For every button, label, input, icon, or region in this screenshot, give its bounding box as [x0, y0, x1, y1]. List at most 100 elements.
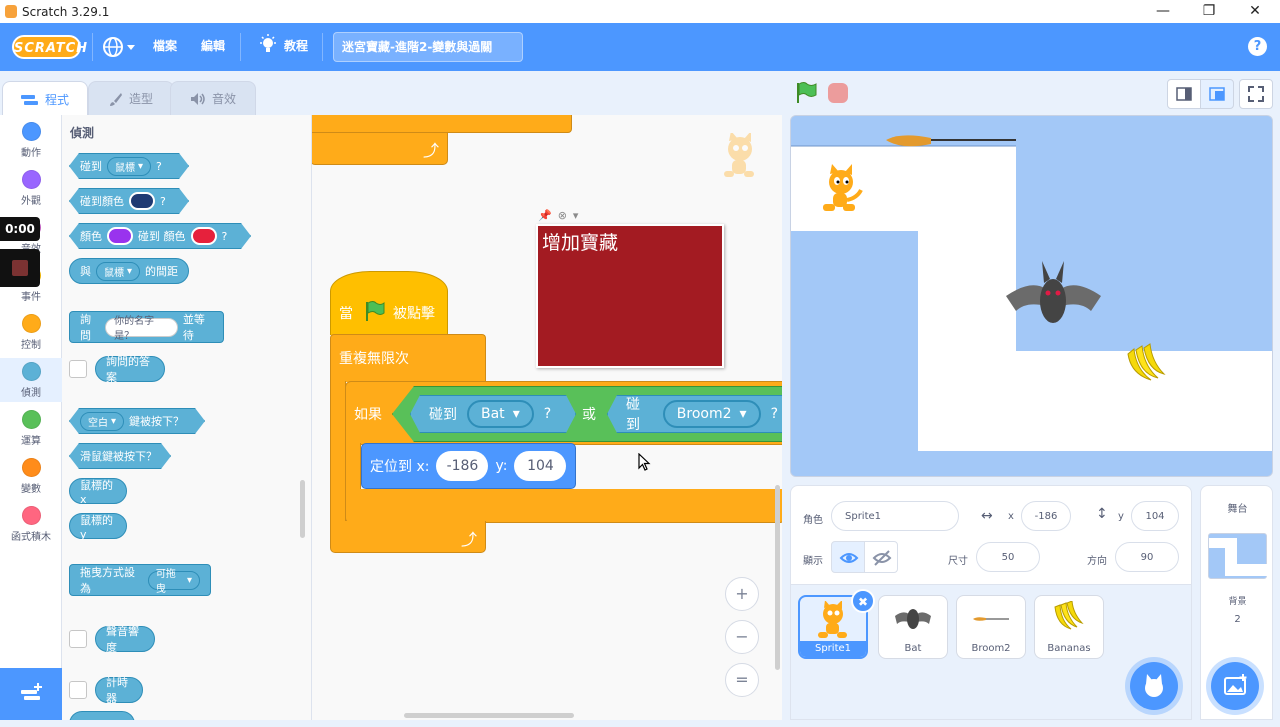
dropdown-mouse[interactable]: 鼠標 ▾ [96, 261, 141, 281]
monitor-checkbox[interactable] [69, 360, 87, 378]
choose-sprite-button[interactable] [1130, 662, 1178, 710]
show-visible-button[interactable] [831, 541, 865, 573]
comment-text[interactable]: 增加寶藏 [536, 224, 724, 368]
scratch-logo[interactable]: SCRATCH [12, 35, 87, 59]
zoom-out-button[interactable]: − [725, 620, 759, 654]
dropdown-key[interactable]: 空白 ▾ [80, 412, 124, 431]
sprite-y-input[interactable]: 104 [1131, 501, 1179, 531]
block-partial-top[interactable] [312, 115, 572, 133]
sprite-tile-broom2[interactable]: Broom2 [956, 595, 1026, 659]
delete-comment-icon[interactable]: ⊗ [558, 209, 567, 222]
block-mouse-y[interactable]: 鼠標的 y [69, 513, 127, 541]
project-title-input[interactable]: 迷宮寶藏-進階2-變數與過關 [333, 32, 523, 62]
palette-scrollbar[interactable] [300, 480, 305, 538]
block-answer[interactable]: 詢問的答案 [95, 355, 165, 384]
x-input[interactable]: -186 [436, 451, 489, 481]
sprite-x-input[interactable]: -186 [1021, 501, 1071, 531]
block-text: 碰到 [626, 397, 640, 433]
workspace-vertical-scrollbar[interactable] [775, 485, 780, 670]
delete-sprite-button[interactable]: ✖ [851, 589, 875, 613]
small-stage-button[interactable] [1167, 79, 1201, 109]
window-title: Scratch 3.29.1 [22, 4, 110, 19]
category-control[interactable]: 控制 [0, 314, 62, 351]
zoom-in-button[interactable]: + [725, 577, 759, 611]
tab-sounds[interactable]: 音效 [170, 81, 256, 115]
ask-text-input[interactable]: 你的名字是？ [105, 316, 178, 342]
restore-button[interactable]: ❐ [1186, 0, 1232, 23]
code-workspace[interactable]: ⤴ 當 被點擊 重複無限次 如果 ⤴ 碰到 Bat ▾ ? 或 碰到 Broom2… [312, 115, 782, 720]
category-my-blocks[interactable]: 函式積木 [0, 506, 62, 543]
dropdown-touching-target[interactable]: Bat ▾ [467, 400, 534, 428]
block-color-touching-color[interactable]: 顏色 碰到 顏色 ? [69, 223, 251, 249]
file-menu[interactable]: 檔案 [153, 37, 177, 54]
block-timer[interactable]: 計時器 [95, 676, 143, 705]
block-loudness[interactable]: 聲音響度 [95, 625, 155, 654]
block-go-to-xy[interactable]: 定位到 x: -186 y: 104 [361, 443, 576, 489]
sprite-tile-bat[interactable]: Bat [878, 595, 948, 659]
stop-button[interactable] [828, 83, 848, 103]
block-key-pressed[interactable]: 空白 ▾ 鍵被按下？ [69, 408, 205, 434]
category-motion[interactable]: 動作 [0, 122, 62, 159]
sprite-direction-input[interactable]: 90 [1115, 542, 1179, 572]
block-set-drag-mode[interactable]: 拖曳方式設為 可拖曳 ▾ [69, 564, 211, 596]
block-partial[interactable] [69, 711, 135, 720]
edit-menu[interactable]: 編輯 [201, 37, 225, 54]
block-when-flag-clicked[interactable]: 當 被點擊 [330, 271, 448, 335]
category-sensing[interactable]: 偵測 [0, 358, 62, 402]
pin-icon[interactable]: 📌 [538, 209, 552, 222]
color-swatch[interactable] [129, 192, 155, 210]
comment-note[interactable]: 📌 ⊗ ▾ 增加寶藏 [536, 208, 724, 368]
tab-costumes[interactable]: 造型 [88, 81, 174, 115]
monitor-checkbox[interactable] [69, 681, 87, 699]
dropdown-touching-target[interactable]: Broom2 ▾ [663, 400, 761, 428]
dropdown-arrow-icon: ▾ [126, 265, 133, 277]
color-swatch[interactable] [107, 227, 133, 245]
category-looks[interactable]: 外觀 [0, 170, 62, 207]
choose-backdrop-button[interactable] [1211, 662, 1259, 710]
stage-canvas[interactable] [790, 115, 1273, 477]
block-touching-color[interactable]: 碰到顏色 ? [69, 188, 189, 214]
monitor-checkbox[interactable] [69, 630, 87, 648]
large-stage-button[interactable] [1200, 79, 1234, 109]
add-extension-button[interactable] [0, 668, 62, 720]
fullscreen-button[interactable] [1239, 79, 1273, 109]
block-ask-and-wait[interactable]: 詢問 你的名字是？ 並等待 [69, 311, 224, 343]
tab-costumes-label: 造型 [128, 92, 153, 106]
block-loop-end[interactable]: ⤴ [312, 133, 448, 165]
dropdown-arrow-icon: ▾ [512, 406, 520, 422]
show-hidden-button[interactable] [864, 541, 898, 573]
workspace-horizontal-scrollbar[interactable] [404, 713, 574, 718]
zoom-in-icon: + [735, 584, 749, 603]
category-operators[interactable]: 運算 [0, 410, 62, 447]
comment-header: 📌 ⊗ ▾ [536, 208, 724, 222]
block-forever[interactable]: 重複無限次 [330, 334, 486, 382]
dropdown-drag-mode[interactable]: 可拖曳 ▾ [147, 569, 200, 595]
dropdown-mouse[interactable]: 鼠標 ▾ [107, 157, 151, 176]
block-mouse-x[interactable]: 鼠標的 x [69, 478, 127, 506]
block-touching[interactable]: 碰到 鼠標 ▾ ? [69, 153, 189, 179]
color-swatch[interactable] [191, 227, 217, 245]
block-text: ? [160, 194, 166, 208]
language-menu[interactable] [102, 35, 138, 59]
tab-code[interactable]: 程式 [2, 81, 88, 117]
zoom-reset-button[interactable]: = [725, 663, 759, 697]
block-text: 鍵被按下？ [129, 415, 185, 428]
close-button[interactable]: ✕ [1232, 0, 1278, 23]
category-variables[interactable]: 變數 [0, 458, 62, 495]
help-icon[interactable]: ? [1248, 37, 1267, 56]
green-flag-button[interactable] [794, 81, 818, 105]
block-touching-broom2[interactable]: 碰到 Broom2 ▾ ? [607, 395, 782, 433]
block-mouse-down[interactable]: 滑鼠鍵被按下？ [69, 443, 171, 469]
record-stop-button[interactable] [0, 249, 40, 287]
minimize-button[interactable]: — [1140, 0, 1186, 23]
loop-arrow-icon: ⤴ [460, 530, 477, 549]
block-touching-bat[interactable]: 碰到 Bat ▾ ? [410, 395, 576, 433]
sprite-tile-bananas[interactable]: Bananas [1034, 595, 1104, 659]
sprite-size-input[interactable]: 50 [976, 542, 1040, 572]
y-input[interactable]: 104 [514, 451, 567, 481]
chevron-down-icon[interactable]: ▾ [573, 209, 579, 222]
block-distance-to[interactable]: 與 鼠標 ▾ 的間距 [69, 258, 189, 284]
sprite-name-input[interactable]: Sprite1 [831, 501, 959, 531]
category-dot [21, 314, 41, 333]
broom-thumbnail-icon [973, 617, 1009, 621]
